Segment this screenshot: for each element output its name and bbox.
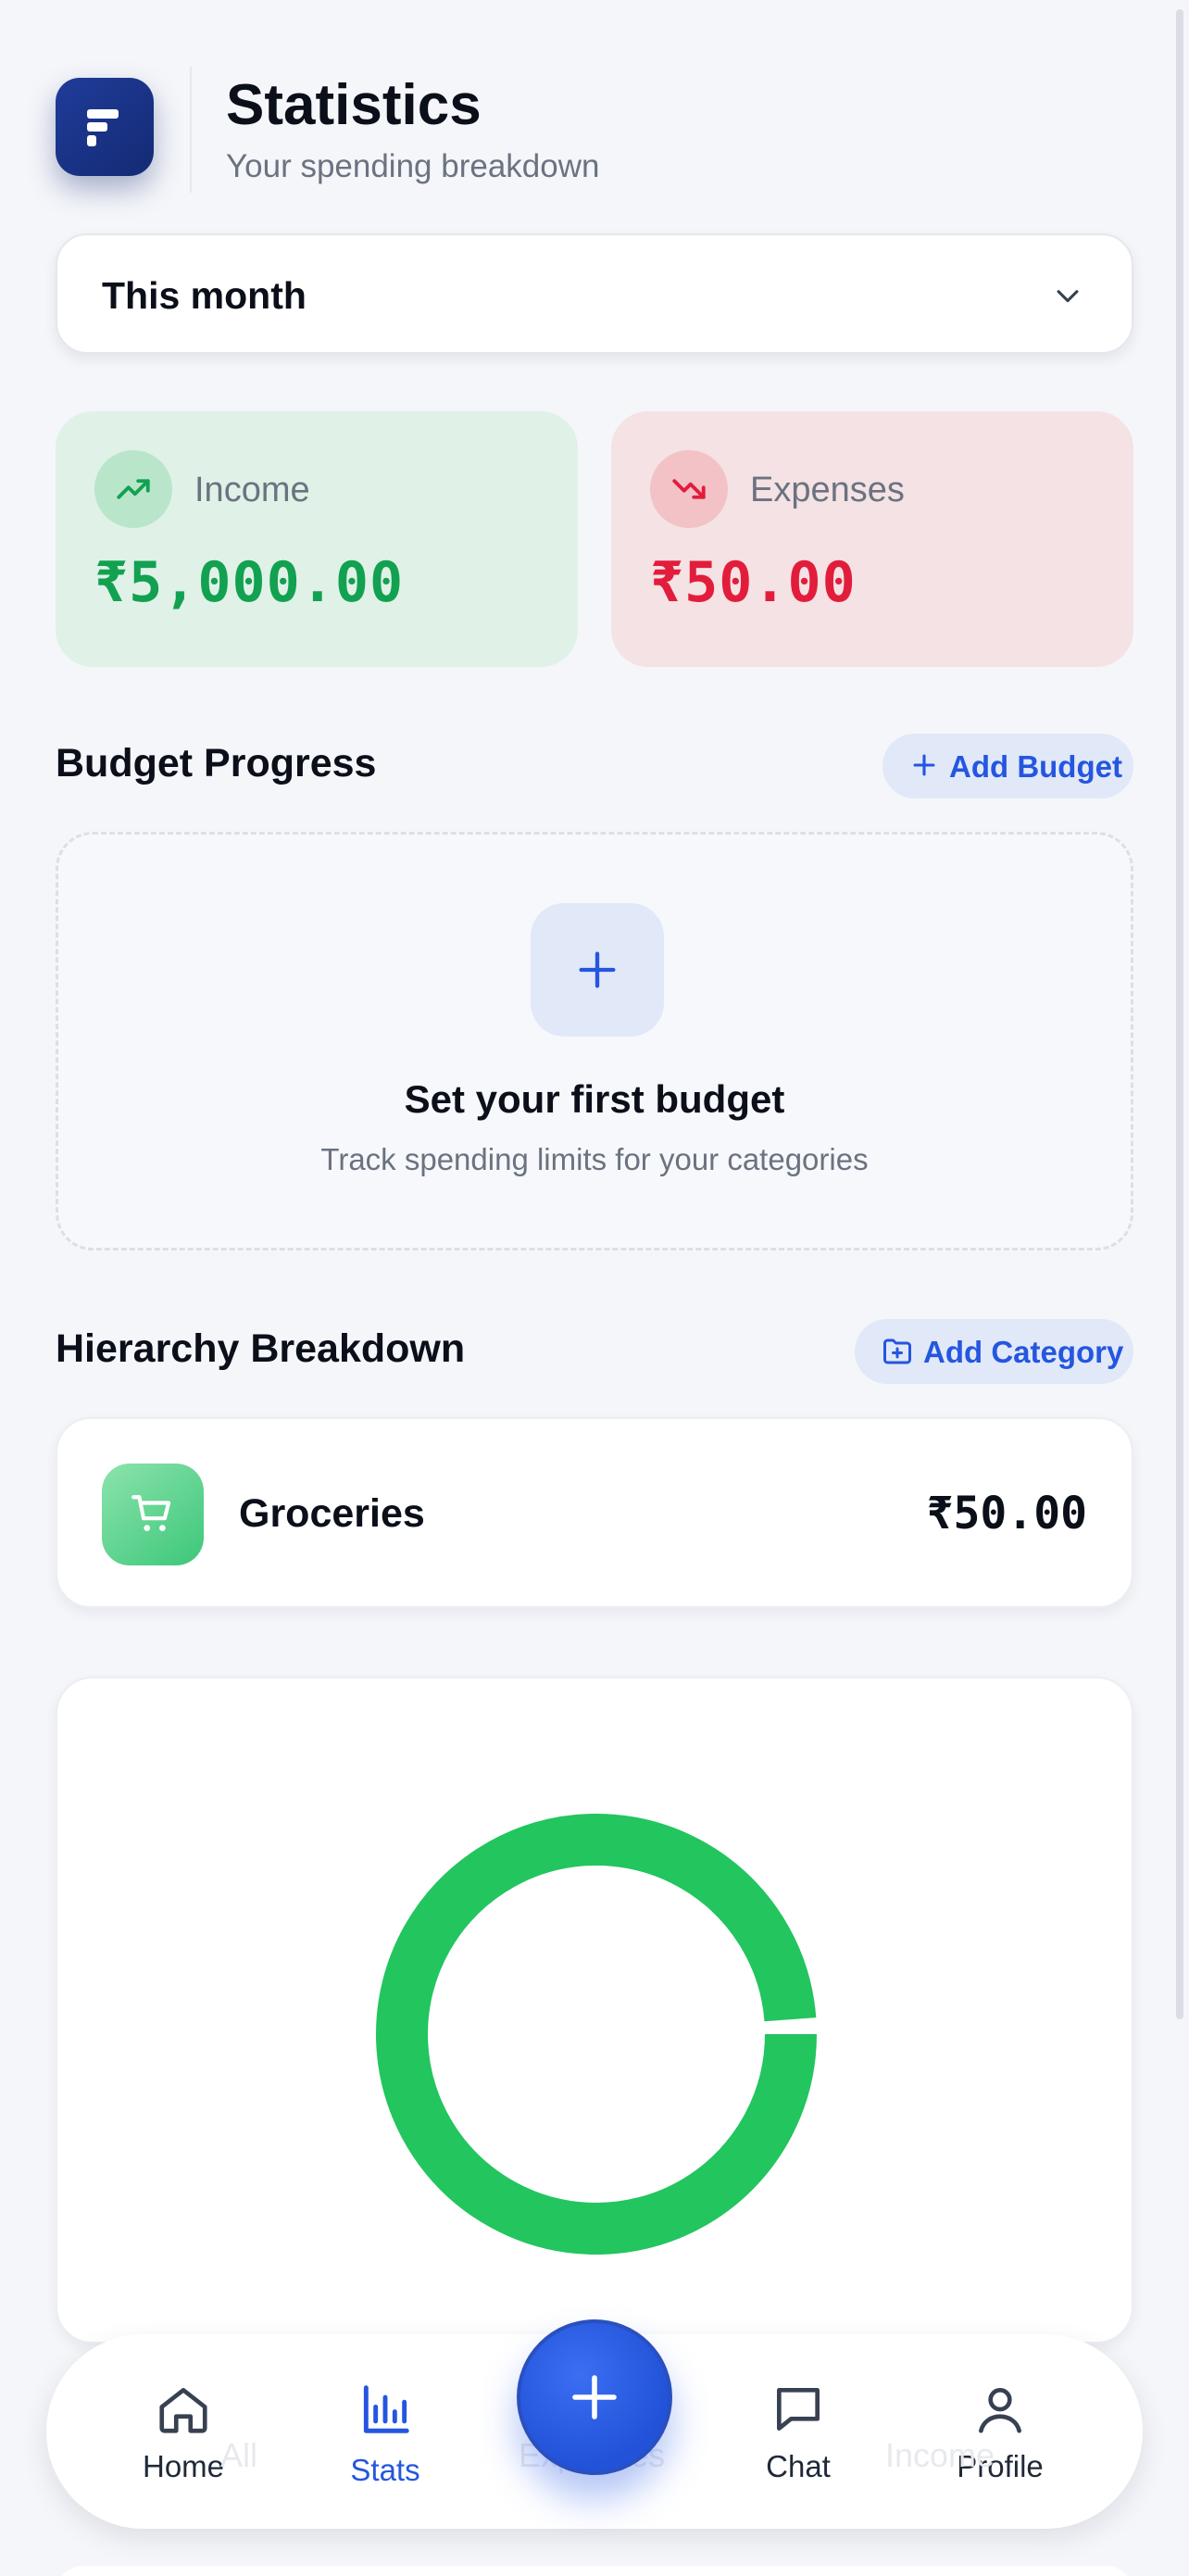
income-label: Income <box>194 471 310 509</box>
add-budget-plus-button[interactable] <box>531 903 664 1037</box>
expenses-card[interactable]: Expenses ₹50.00 <box>611 411 1133 667</box>
plus-icon <box>913 754 935 776</box>
home-icon <box>159 2388 207 2433</box>
nav-stats[interactable]: Stats <box>311 2371 459 2501</box>
category-row-groceries[interactable]: Groceries ₹50.00 <box>56 1417 1133 1608</box>
expenses-label: Expenses <box>750 471 905 509</box>
category-amount: ₹50.00 <box>926 1488 1087 1539</box>
category-name: Groceries <box>239 1491 425 1536</box>
next-card-peek <box>56 2566 1133 2576</box>
chevron-down-icon <box>1057 290 1079 303</box>
budget-section-title: Budget Progress <box>56 741 377 785</box>
header: Statistics Your spending breakdown <box>56 65 1130 195</box>
app-logo[interactable] <box>56 78 154 176</box>
shopping-cart-icon <box>102 1464 204 1565</box>
hierarchy-section-title: Hierarchy Breakdown <box>56 1326 466 1371</box>
expenses-amount: ₹50.00 <box>650 550 857 615</box>
budget-empty-state[interactable]: Set your first budget Track spending lim… <box>56 832 1133 1250</box>
add-budget-label: Add Budget <box>949 749 1122 784</box>
nav-chat-label: Chat <box>766 2449 831 2483</box>
plus-icon <box>572 2375 617 2419</box>
period-dropdown[interactable]: This month <box>56 233 1133 354</box>
bar-chart-icon <box>363 2385 409 2433</box>
add-budget-button[interactable]: Add Budget <box>882 734 1133 798</box>
folder-plus-icon <box>883 1338 911 1364</box>
chat-icon <box>777 2388 820 2431</box>
filter-income: Income <box>885 2436 995 2474</box>
add-transaction-fab[interactable] <box>517 2319 672 2475</box>
user-icon <box>979 2388 1021 2433</box>
header-divider <box>190 67 192 193</box>
page-subtitle: Your spending breakdown <box>226 148 600 184</box>
donut-chart <box>376 1814 817 2255</box>
donut-slice-groceries[interactable] <box>376 1814 817 2255</box>
add-category-button[interactable]: Add Category <box>855 1319 1133 1384</box>
plus-icon <box>579 951 616 988</box>
filter-all: All <box>220 2436 258 2474</box>
empty-state-title: Set your first budget <box>404 1077 785 1121</box>
income-card[interactable]: Income ₹5,000.00 <box>56 411 578 667</box>
period-value: This month <box>102 274 307 317</box>
statistics-screen: Statistics Your spending breakdown This … <box>0 0 1189 2576</box>
nav-chat[interactable]: Chat <box>724 2371 872 2501</box>
logo-icon <box>87 109 119 146</box>
trending-up-icon <box>94 450 172 528</box>
income-amount: ₹5,000.00 <box>94 550 405 615</box>
breakdown-chart-card <box>56 1677 1133 2344</box>
empty-state-subtitle: Track spending limits for your categorie… <box>320 1142 869 1176</box>
add-category-label: Add Category <box>923 1335 1124 1369</box>
trending-down-icon <box>650 450 728 528</box>
nav-stats-label: Stats <box>350 2453 420 2487</box>
page-title: Statistics <box>226 73 482 137</box>
scrollbar[interactable] <box>1176 9 1183 2019</box>
